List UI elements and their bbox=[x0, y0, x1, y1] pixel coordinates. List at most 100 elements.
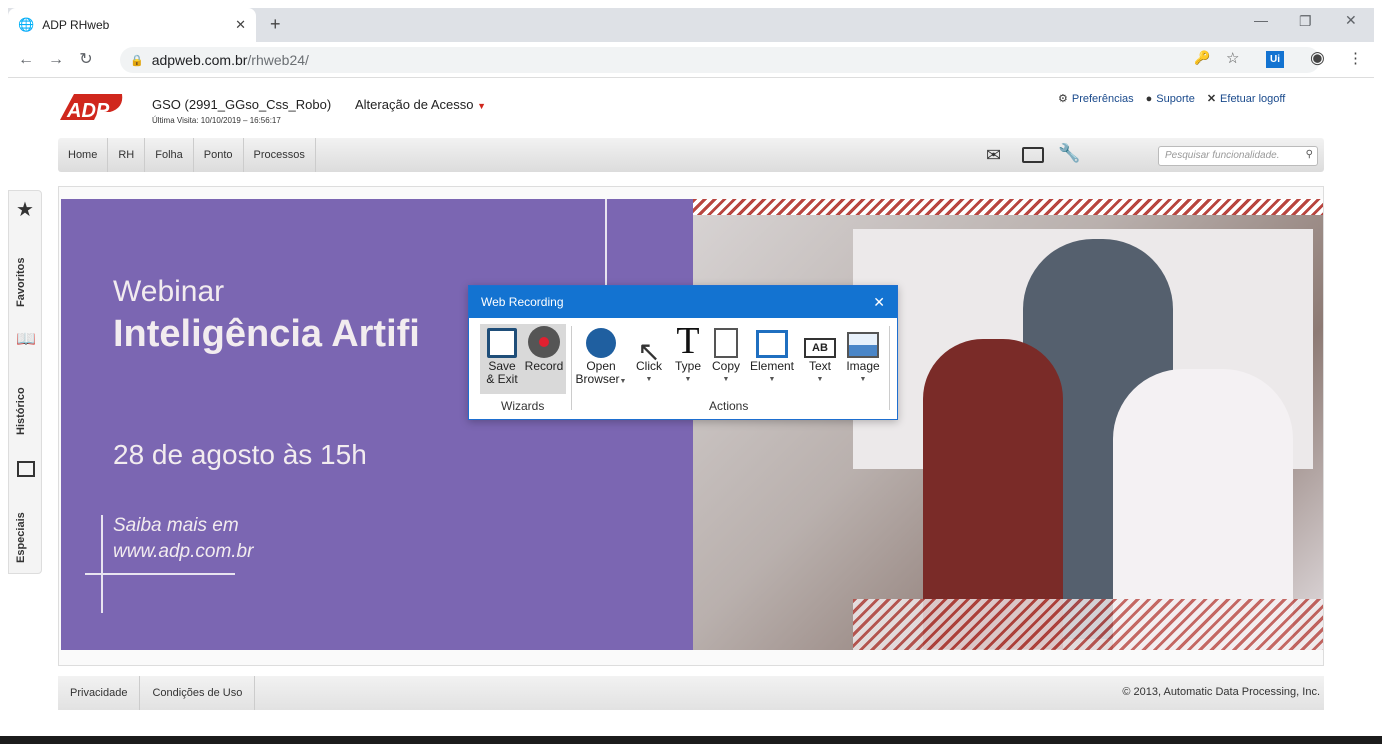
browser-tab[interactable]: 🌐 ADP RHweb ✕ bbox=[8, 8, 256, 42]
tab-especiais[interactable]: Especiais bbox=[15, 512, 27, 563]
star-icon[interactable]: ★ bbox=[16, 197, 34, 222]
group-label-actions: Actions bbox=[709, 399, 749, 413]
click-button[interactable]: ↖ Click ▼ bbox=[631, 326, 667, 386]
banner-hline bbox=[85, 573, 235, 575]
open-browser-button[interactable]: Open Browser▼ bbox=[575, 326, 627, 388]
image-label: Image bbox=[846, 359, 880, 373]
address-bar[interactable]: 🔒 adpweb.com.br/rhweb24/ bbox=[120, 47, 1320, 73]
chevron-down-icon: ▼ bbox=[816, 376, 824, 383]
forward-icon[interactable]: → bbox=[44, 48, 68, 72]
click-label: Click bbox=[636, 359, 662, 373]
new-tab-icon[interactable]: + bbox=[270, 14, 281, 35]
chevron-down-icon: ▼ bbox=[684, 376, 692, 383]
search-input[interactable]: Pesquisar funcionalidade. ⚲ bbox=[1158, 146, 1318, 166]
photo-hatch-pattern-bottom bbox=[853, 599, 1323, 650]
privacy-link[interactable]: Privacidade bbox=[58, 676, 141, 710]
banner-title-small: Webinar bbox=[113, 275, 225, 308]
main-menu: Home RH Folha Ponto Processos ✉ 🔧 Pesqui… bbox=[58, 138, 1324, 172]
lock-icon: 🔒 bbox=[130, 54, 144, 67]
tab-title: ADP RHweb bbox=[42, 18, 110, 32]
top-links: ⚙ Preferências ● Suporte ✕ Efetuar logoff bbox=[1058, 92, 1286, 106]
close-icon[interactable]: ✕ bbox=[873, 294, 885, 311]
web-recording-dialog: Web Recording ✕ Save & Exit Record Open … bbox=[468, 285, 898, 420]
record-button[interactable]: Record bbox=[523, 326, 565, 373]
checklist-icon[interactable] bbox=[17, 461, 35, 477]
reload-icon[interactable]: ↻ bbox=[74, 48, 98, 72]
globe-icon: 🌐 bbox=[18, 17, 35, 32]
element-grid-icon bbox=[756, 330, 788, 358]
tab-historico[interactable]: Histórico bbox=[15, 387, 27, 435]
save-exit-label-2: & Exit bbox=[486, 372, 518, 386]
text-button[interactable]: AB Text ▼ bbox=[801, 326, 839, 386]
banner-title-large: Inteligência Artifi bbox=[113, 313, 420, 355]
type-button[interactable]: T Type ▼ bbox=[671, 322, 705, 386]
banner-more-url: www.adp.com.br bbox=[113, 541, 254, 562]
menu-icon[interactable]: ⋮ bbox=[1348, 49, 1363, 67]
support-link[interactable]: ● Suporte bbox=[1146, 92, 1195, 105]
svg-text:ADP: ADP bbox=[66, 100, 110, 122]
content-area: Webinar Inteligência Artifi 28 de agosto… bbox=[58, 186, 1324, 666]
record-label: Record bbox=[524, 359, 564, 373]
menu-item-ponto[interactable]: Ponto bbox=[194, 138, 244, 172]
url-host: adpweb.com.br bbox=[151, 52, 248, 68]
terms-link[interactable]: Condições de Uso bbox=[140, 676, 256, 710]
copy-label: Copy bbox=[711, 359, 740, 373]
adp-logo[interactable]: ADP bbox=[58, 90, 124, 124]
element-label: Element bbox=[749, 359, 795, 373]
profile-icon[interactable]: ◉ bbox=[1310, 48, 1325, 68]
uipath-extension-icon[interactable]: Ui bbox=[1266, 51, 1284, 68]
copyright: © 2013, Automatic Data Processing, Inc. bbox=[1122, 686, 1320, 698]
document-copy-icon bbox=[714, 328, 738, 358]
wrench-icon[interactable]: 🔧 bbox=[1058, 143, 1080, 164]
minimize-icon[interactable]: — bbox=[1254, 12, 1268, 28]
last-visit: Última Visita: 10/10/2019 – 16:56:17 bbox=[152, 116, 281, 125]
element-button[interactable]: Element ▼ bbox=[747, 326, 797, 386]
image-button[interactable]: Image ▼ bbox=[843, 326, 883, 386]
copy-button[interactable]: Copy ▼ bbox=[709, 326, 743, 386]
side-tabs: ★ Favoritos 📖 Histórico Especiais bbox=[8, 190, 42, 574]
record-icon bbox=[528, 326, 560, 358]
webinar-banner[interactable]: Webinar Inteligência Artifi 28 de agosto… bbox=[61, 199, 693, 650]
close-icon: ✕ bbox=[1206, 93, 1217, 105]
menu-item-folha[interactable]: Folha bbox=[145, 138, 194, 172]
chevron-down-icon: ▼ bbox=[722, 376, 730, 383]
tab-favoritos[interactable]: Favoritos bbox=[15, 257, 27, 307]
logoff-label: Efetuar logoff bbox=[1220, 92, 1286, 105]
menu-item-processos[interactable]: Processos bbox=[244, 138, 316, 172]
menu-item-rh[interactable]: RH bbox=[108, 138, 146, 172]
logoff-link[interactable]: ✕ Efetuar logoff bbox=[1206, 92, 1286, 106]
star-bookmark-icon[interactable]: ☆ bbox=[1226, 49, 1239, 67]
group-separator bbox=[571, 326, 572, 410]
back-icon[interactable]: ← bbox=[14, 48, 38, 72]
dialog-titlebar[interactable]: Web Recording ✕ bbox=[469, 286, 897, 318]
access-menu-label: Alteração de Acesso bbox=[355, 97, 474, 112]
contact-card-icon[interactable] bbox=[1022, 147, 1044, 163]
book-icon[interactable]: 📖 bbox=[16, 329, 36, 349]
group-label-wizards: Wizards bbox=[501, 399, 545, 413]
chevron-down-icon: ▼ bbox=[768, 376, 776, 383]
banner-date: 28 de agosto às 15h bbox=[113, 439, 367, 470]
close-tab-icon[interactable]: ✕ bbox=[235, 17, 246, 33]
menu-item-home[interactable]: Home bbox=[58, 138, 109, 172]
image-icon bbox=[847, 332, 879, 358]
text-abc-icon: AB bbox=[804, 338, 836, 358]
open-browser-label-2: Browser bbox=[575, 372, 620, 386]
url-path: /rhweb24/ bbox=[247, 52, 309, 68]
mail-icon[interactable]: ✉ bbox=[986, 145, 1001, 166]
chevron-down-icon: ▼ bbox=[645, 376, 653, 383]
search-placeholder: Pesquisar funcionalidade. bbox=[1165, 150, 1280, 161]
preferences-label: Preferências bbox=[1071, 92, 1134, 105]
save-exit-button[interactable]: Save & Exit bbox=[483, 326, 521, 386]
floppy-disk-icon bbox=[487, 328, 517, 358]
search-icon[interactable]: ⚲ bbox=[1306, 149, 1313, 160]
chevron-down-icon: ▼ bbox=[859, 376, 867, 383]
photo-hatch-pattern bbox=[693, 199, 1323, 215]
access-menu[interactable]: Alteração de Acesso ▼ bbox=[355, 97, 486, 112]
window-close-icon[interactable]: ✕ bbox=[1345, 12, 1357, 29]
restore-icon[interactable]: ❐ bbox=[1299, 13, 1312, 30]
banner-divider bbox=[605, 199, 607, 294]
banner-more-label: Saiba mais em bbox=[113, 515, 239, 536]
key-icon[interactable]: 🔑 bbox=[1194, 50, 1210, 66]
preferences-link[interactable]: ⚙ Preferências bbox=[1058, 92, 1134, 106]
text-label: Text bbox=[808, 359, 831, 373]
